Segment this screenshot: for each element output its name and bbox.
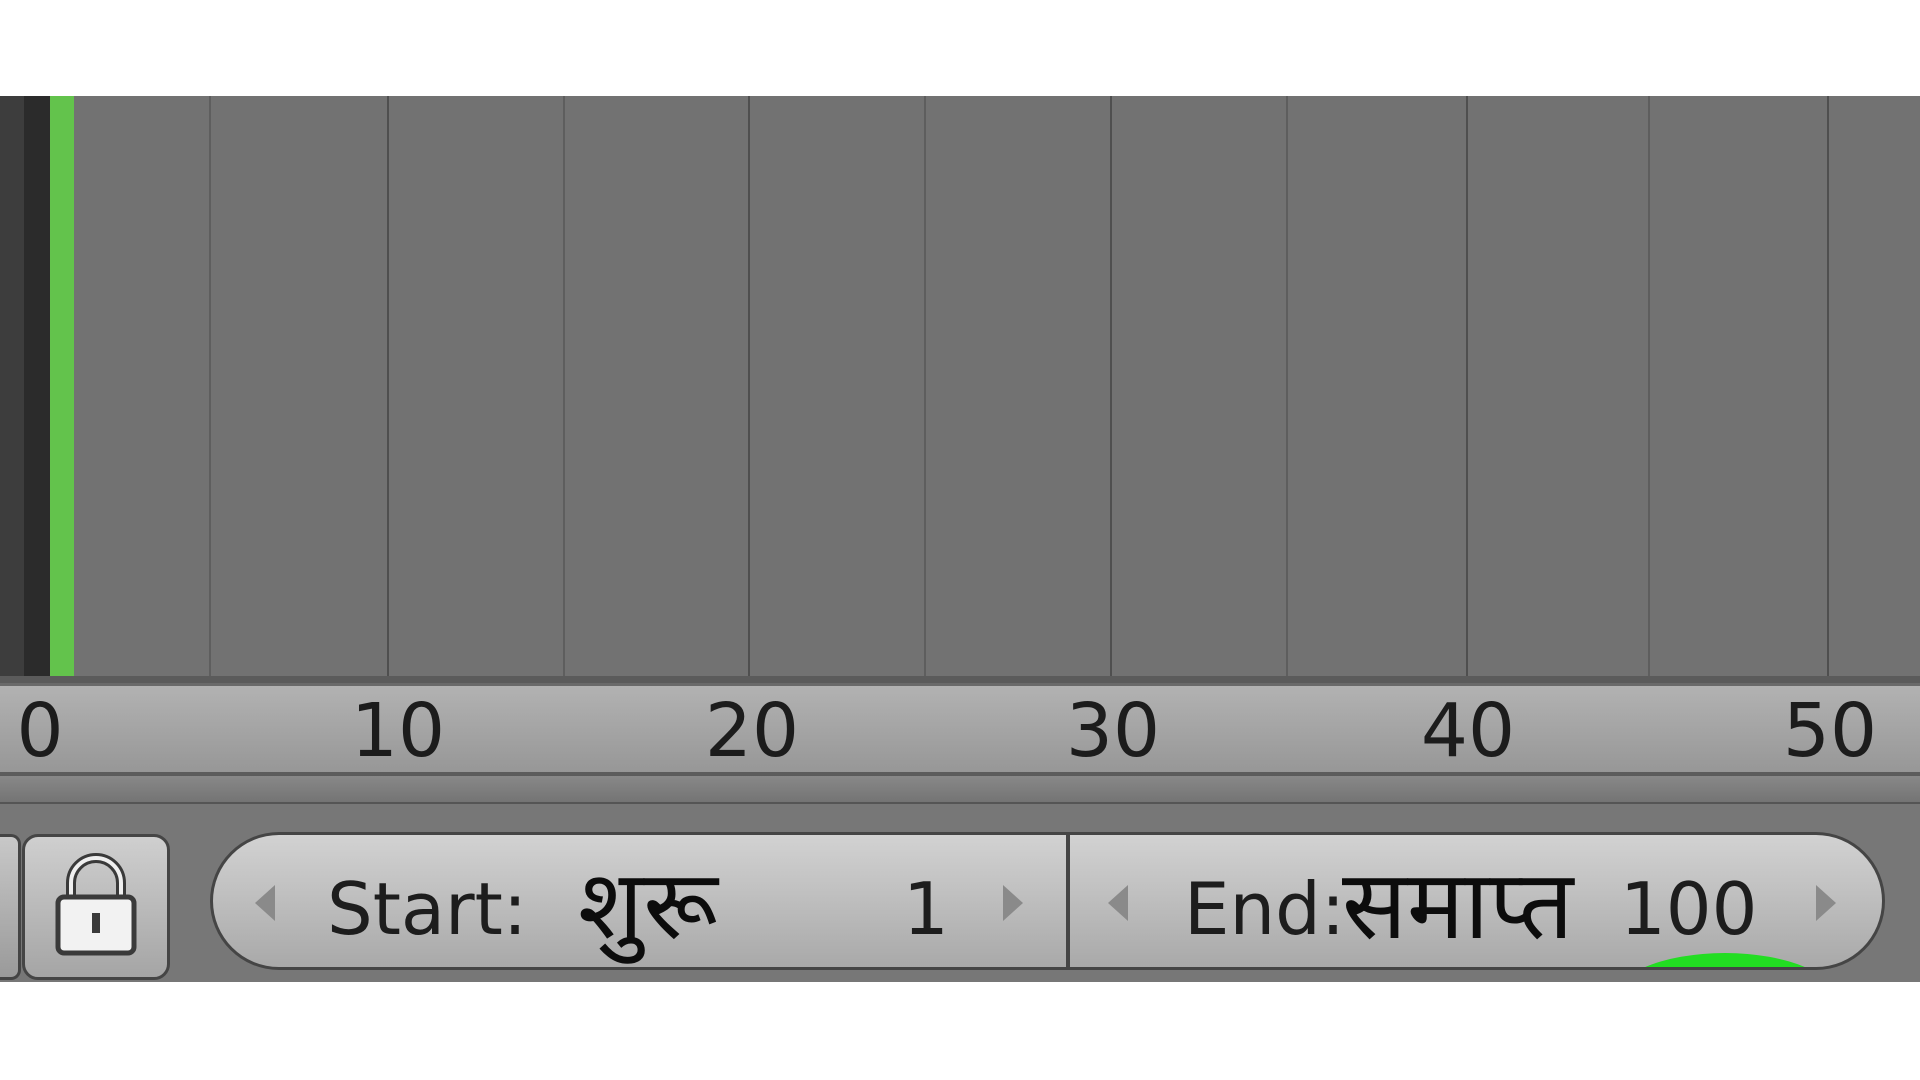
timeline-editor: 0 10 20 30 40 50 Start: शुरू 1 End: समाप… xyxy=(0,96,1920,982)
grid-line xyxy=(1286,96,1288,676)
ruler-tick-label: 30 xyxy=(1065,688,1161,774)
grid-line xyxy=(563,96,565,676)
left-gutter xyxy=(0,96,24,676)
left-button-stub[interactable] xyxy=(0,834,21,980)
end-label: End: xyxy=(1184,867,1346,951)
start-frame-field[interactable]: Start: शुरू 1 xyxy=(210,832,1068,970)
timeline-area[interactable] xyxy=(0,96,1920,676)
start-increment-arrow[interactable] xyxy=(1003,885,1023,921)
end-decrement-arrow[interactable] xyxy=(1108,885,1128,921)
end-increment-arrow[interactable] xyxy=(1816,885,1836,921)
grid-line xyxy=(1466,96,1468,676)
grid-line xyxy=(924,96,926,676)
lock-icon xyxy=(55,853,137,956)
frame-ruler[interactable]: 0 10 20 30 40 50 xyxy=(0,683,1920,775)
current-frame-playhead[interactable] xyxy=(50,96,74,676)
grid-line xyxy=(748,96,750,676)
grid-line xyxy=(1110,96,1112,676)
gutter-stripe xyxy=(24,96,50,676)
end-overlay-text: समाप्त xyxy=(1342,849,1574,961)
ruler-tick-label: 50 xyxy=(1782,688,1878,774)
end-value: 100 xyxy=(1620,867,1758,951)
ruler-tick-label: 40 xyxy=(1420,688,1516,774)
start-label: Start: xyxy=(327,867,528,951)
ruler-tick-label: 20 xyxy=(704,688,800,774)
grid-line xyxy=(1827,96,1829,676)
timeline-footer: Start: शुरू 1 End: समाप्त 100 xyxy=(0,804,1920,982)
timeline-scrollbar[interactable] xyxy=(0,776,1920,804)
ruler-tick-label: 10 xyxy=(350,688,446,774)
start-overlay-text: शुरू xyxy=(578,849,718,961)
lock-range-button[interactable] xyxy=(22,834,170,980)
end-frame-field[interactable]: End: समाप्त 100 xyxy=(1068,832,1885,970)
grid-line xyxy=(209,96,211,676)
highlight-mark xyxy=(1610,953,1840,967)
grid-line xyxy=(1648,96,1650,676)
grid-line xyxy=(387,96,389,676)
start-decrement-arrow[interactable] xyxy=(255,885,275,921)
ruler-tick-label: 0 xyxy=(16,688,64,774)
start-value: 1 xyxy=(903,867,949,951)
